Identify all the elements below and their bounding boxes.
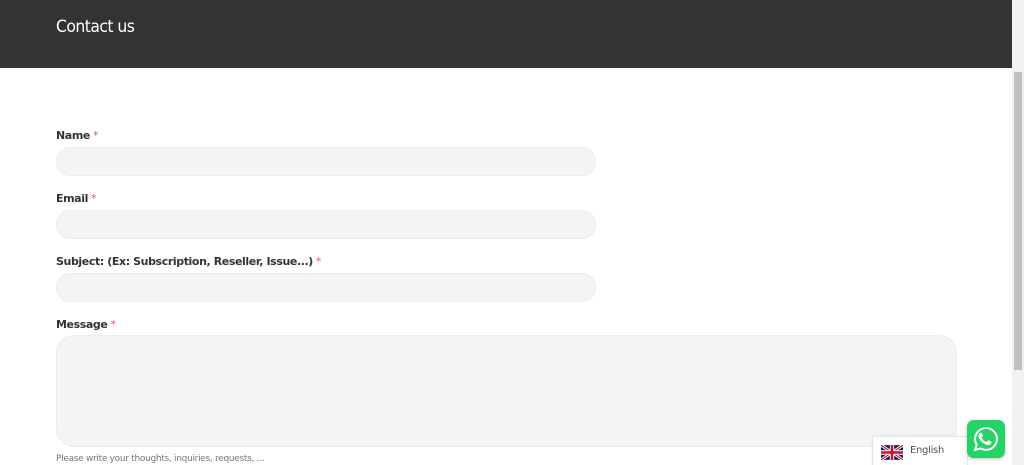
language-label: English — [910, 445, 945, 456]
uk-flag-icon — [880, 443, 904, 462]
page-scrollbar[interactable] — [1012, 0, 1024, 465]
whatsapp-icon — [973, 427, 998, 452]
email-label-text: Email — [56, 192, 88, 205]
subject-label-text: Subject: (Ex: Subscription, Reseller, Is… — [56, 255, 313, 268]
whatsapp-button[interactable] — [967, 420, 1005, 458]
subject-input[interactable] — [56, 273, 596, 302]
language-switcher[interactable]: English — [872, 436, 968, 465]
email-required-mark: * — [90, 192, 97, 205]
message-label: Message * — [56, 318, 116, 331]
subject-required-mark: * — [315, 255, 322, 268]
message-textarea[interactable] — [56, 335, 957, 447]
message-required-mark: * — [110, 318, 116, 331]
name-label-text: Name — [56, 129, 90, 142]
name-input[interactable] — [56, 147, 596, 176]
page-title: Contact us — [56, 17, 135, 37]
page-header: Contact us — [0, 0, 1012, 68]
scrollbar-thumb[interactable] — [1014, 72, 1022, 370]
message-label-text: Message — [56, 318, 108, 331]
name-label: Name * — [56, 129, 98, 142]
subject-label: Subject: (Ex: Subscription, Reseller, Is… — [56, 255, 321, 268]
contact-page: Contact us Name * Email * Subject: (Ex: Su… — [0, 0, 1024, 465]
name-required-mark: * — [92, 129, 99, 142]
email-input[interactable] — [56, 210, 596, 239]
email-label: Email * — [56, 192, 96, 205]
message-hint: Please write your thoughts, inquiries, r… — [56, 454, 265, 464]
